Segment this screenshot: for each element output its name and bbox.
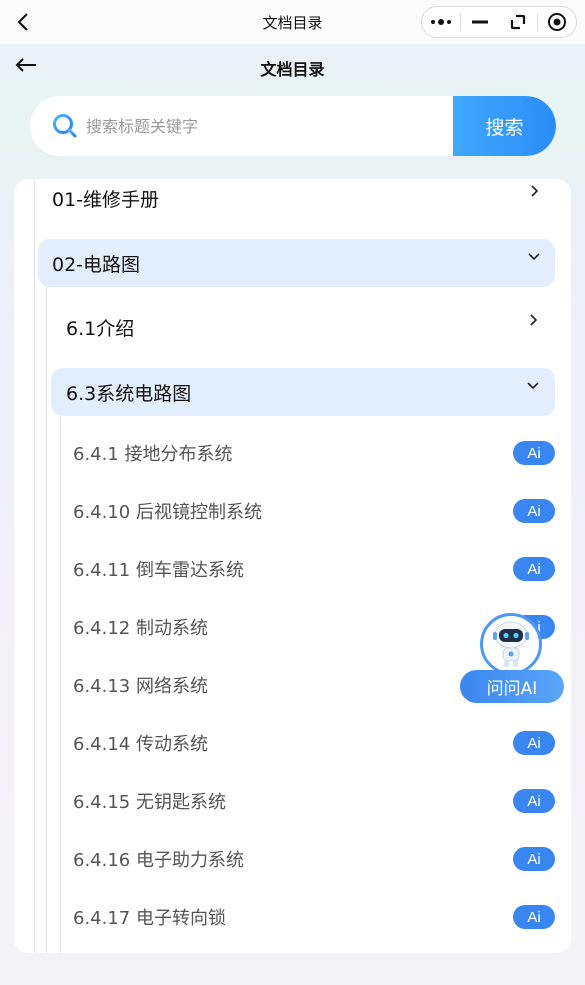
tree-guide-line bbox=[60, 417, 61, 953]
tree-guide-line bbox=[34, 179, 35, 953]
ai-badge[interactable]: Ai bbox=[513, 557, 555, 581]
chevron-down-icon bbox=[528, 253, 540, 261]
ai-badge[interactable]: Ai bbox=[513, 731, 555, 755]
tree-leaf-label: 6.4.17 电子转向锁 bbox=[73, 908, 226, 929]
search-button[interactable]: 搜索 bbox=[453, 96, 556, 156]
chevron-right-icon bbox=[531, 185, 539, 197]
tree-leaf-label: 6.4.16 电子助力系统 bbox=[73, 850, 244, 871]
minimize-icon[interactable] bbox=[461, 7, 499, 37]
tree-node-label: 02-电路图 bbox=[52, 253, 141, 276]
search-input[interactable] bbox=[86, 110, 446, 142]
tree-leaf-item[interactable]: 6.4.15 无钥匙系统 Ai bbox=[73, 781, 555, 821]
tree-leaf-item[interactable]: 6.4.1 接地分布系统 Ai bbox=[73, 433, 555, 473]
chevron-down-icon bbox=[527, 382, 539, 390]
tree-node-level2[interactable]: 6.1介绍 bbox=[51, 303, 555, 351]
more-dots-icon[interactable] bbox=[422, 7, 460, 37]
ai-robot-avatar[interactable] bbox=[480, 613, 542, 675]
tree-node-level1[interactable]: 02-电路图 bbox=[38, 239, 555, 287]
ai-badge[interactable]: Ai bbox=[513, 905, 555, 929]
tree-node-level1[interactable]: 01-维修手册 bbox=[38, 179, 555, 217]
ai-badge[interactable]: Ai bbox=[513, 499, 555, 523]
tree-leaf-label: 6.4.14 传动系统 bbox=[73, 734, 208, 755]
tree-leaf-label: 6.4.12 制动系统 bbox=[73, 618, 208, 639]
tree-node-level2[interactable]: 6.3系统电路图 bbox=[51, 368, 555, 416]
robot-icon bbox=[493, 621, 529, 667]
tree-leaf-label: 6.4.1 接地分布系统 bbox=[73, 444, 233, 465]
tree-leaf-item[interactable]: 6.4.11 倒车雷达系统 Ai bbox=[73, 549, 555, 589]
mini-program-topbar: 文档目录 bbox=[0, 0, 585, 44]
share-window-icon[interactable] bbox=[499, 7, 537, 37]
ai-badge[interactable]: Ai bbox=[513, 789, 555, 813]
close-target-icon[interactable] bbox=[538, 7, 576, 37]
tree-leaf-label: 6.4.11 倒车雷达系统 bbox=[73, 560, 244, 581]
tree-leaf-item[interactable]: 6.4.17 电子转向锁 Ai bbox=[73, 897, 555, 937]
tree-leaf-item[interactable]: 6.4.14 传动系统 Ai bbox=[73, 723, 555, 763]
tree-guide-line bbox=[46, 287, 47, 953]
tree-leaf-label: 6.4.10 后视镜控制系统 bbox=[73, 502, 262, 523]
tree-leaf-item[interactable]: 6.4.16 电子助力系统 Ai bbox=[73, 839, 555, 879]
search-icon bbox=[53, 114, 77, 138]
tree-leaf-label: 6.4.13 网络系统 bbox=[73, 676, 208, 697]
tree-node-label: 01-维修手册 bbox=[52, 188, 160, 211]
tree-leaf-label: 6.4.15 无钥匙系统 bbox=[73, 792, 226, 813]
ai-badge[interactable]: Ai bbox=[513, 441, 555, 465]
page-title: 文档目录 bbox=[260, 60, 325, 79]
tree-node-label: 6.1介绍 bbox=[66, 317, 135, 340]
chevron-right-icon bbox=[530, 314, 538, 326]
tree-node-label: 6.3系统电路图 bbox=[66, 382, 192, 405]
capsule-menu bbox=[421, 6, 577, 38]
ai-badge[interactable]: Ai bbox=[513, 847, 555, 871]
document-tree: 01-维修手册 02-电路图 6.1介绍 6.3系统电路图 6.4.1 接地分布… bbox=[14, 179, 571, 953]
search-bar: 搜索 bbox=[30, 96, 556, 156]
tree-leaf-item[interactable]: 6.4.10 后视镜控制系统 Ai bbox=[73, 491, 555, 531]
ask-ai-button[interactable]: 问问AI bbox=[460, 670, 564, 703]
